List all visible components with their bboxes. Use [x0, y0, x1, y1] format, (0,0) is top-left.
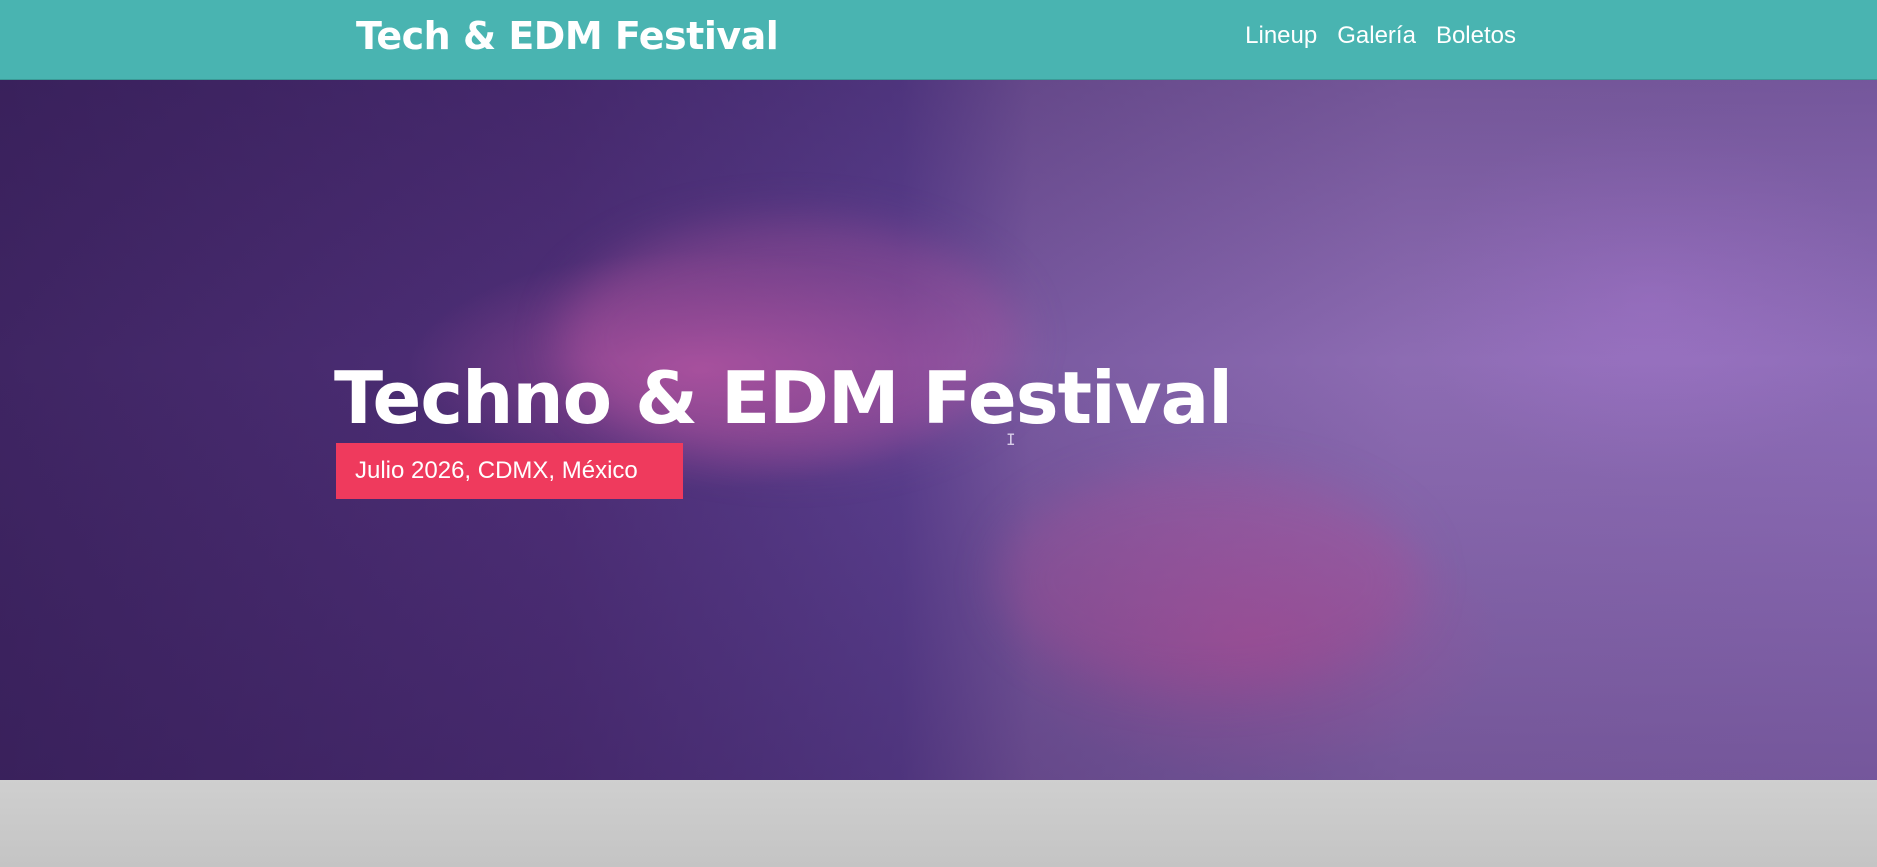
- event-date-badge: Julio 2026, CDMX, México: [336, 443, 683, 499]
- nav-link-boletos[interactable]: Boletos: [1436, 22, 1516, 50]
- nav-link-lineup[interactable]: Lineup: [1245, 22, 1317, 50]
- site-logo-title[interactable]: Tech & EDM Festival: [356, 14, 779, 58]
- main-nav: Lineup Galería Boletos: [1245, 22, 1516, 50]
- hero-title: Techno & EDM Festival: [334, 356, 1233, 440]
- site-header: Tech & EDM Festival Lineup Galería Bolet…: [0, 0, 1877, 80]
- hero-banner: Techno & EDM Festival Julio 2026, CDMX, …: [0, 80, 1877, 780]
- next-section: [0, 780, 1877, 867]
- text-cursor-icon: I: [1006, 430, 1016, 449]
- nav-link-galeria[interactable]: Galería: [1337, 22, 1416, 50]
